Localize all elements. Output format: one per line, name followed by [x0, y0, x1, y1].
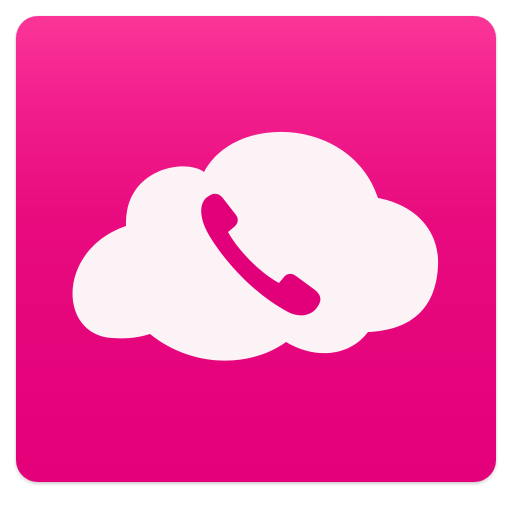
cloud-phone-icon [72, 131, 439, 361]
cloud-icon [72, 131, 439, 361]
